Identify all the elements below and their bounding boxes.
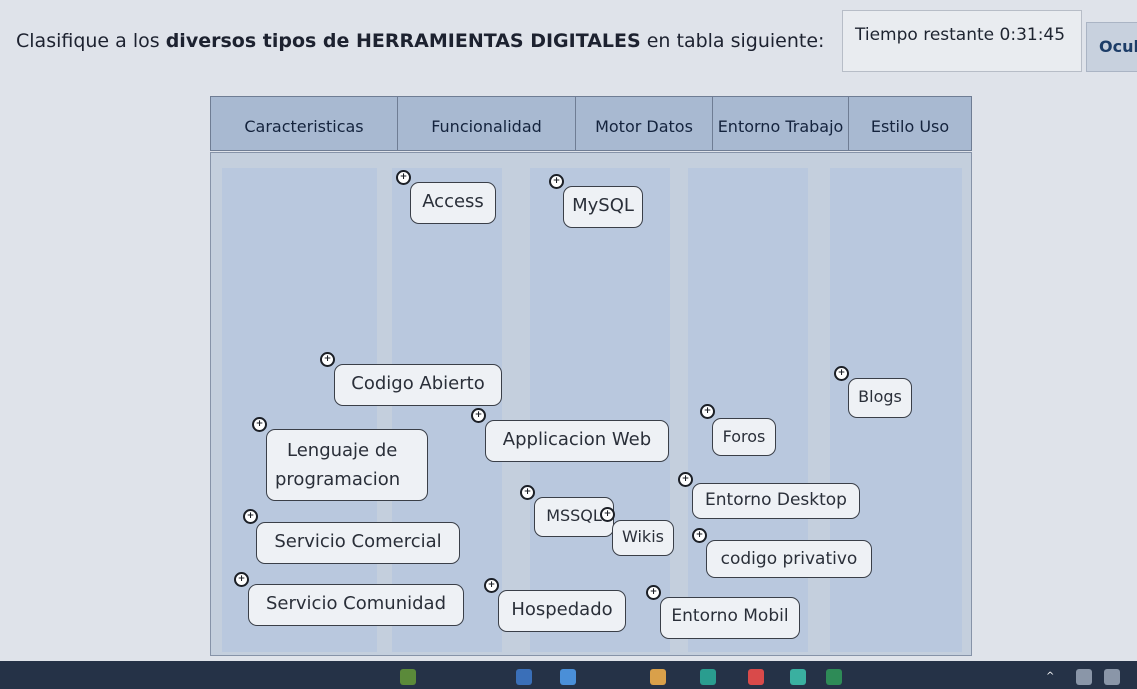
tag-foros[interactable]: Foros [712,418,776,456]
tag-access[interactable]: Access [410,182,496,224]
taskbar-app-icon[interactable] [516,669,532,685]
taskbar-folder-icon[interactable] [650,669,666,685]
classification-header: Caracteristicas Funcionalidad Motor Dato… [210,96,972,151]
move-handle-icon[interactable]: + [320,352,335,367]
timer-value: 0:31:45 [999,25,1066,45]
timer-box: Tiempo restante 0:31:45 [842,10,1082,72]
tag-lenguaje-line1: Lenguaje de [287,440,398,461]
move-handle-icon[interactable]: + [549,174,564,189]
move-handle-icon[interactable]: + [396,170,411,185]
instruction-bold: diversos tipos de HERRAMIENTAS DIGITALES [165,30,641,52]
tag-codigo-privativo[interactable]: codigo privativo [706,540,872,578]
column-header-caracteristicas: Caracteristicas [211,97,398,150]
tag-mysql[interactable]: MySQL [563,186,643,228]
move-handle-icon[interactable]: + [243,509,258,524]
tag-wikis[interactable]: Wikis [612,520,674,556]
move-handle-icon[interactable]: + [600,507,615,522]
chevron-up-icon[interactable]: ^ [1046,672,1056,682]
column-header-entorno-trabajo: Entorno Trabajo [713,97,849,150]
hide-button[interactable]: Ocul [1086,22,1137,72]
taskbar-excel-icon[interactable] [826,669,842,685]
drop-column-motor-datos[interactable] [530,168,670,652]
column-header-funcionalidad: Funcionalidad [398,97,576,150]
move-handle-icon[interactable]: + [484,578,499,593]
tag-hospedado[interactable]: Hospedado [498,590,626,632]
taskbar-browser-icon[interactable] [748,669,764,685]
taskbar-app-icon[interactable] [700,669,716,685]
tag-lenguaje-programacion[interactable]: Lenguaje de programacion [266,429,428,501]
tag-entorno-desktop[interactable]: Entorno Desktop [692,483,860,519]
move-handle-icon[interactable]: + [471,408,486,423]
move-handle-icon[interactable]: + [646,585,661,600]
move-handle-icon[interactable]: + [678,472,693,487]
instruction-before: Clasifique a los [16,30,166,52]
tag-servicio-comunidad[interactable]: Servicio Comunidad [248,584,464,626]
instruction-after: en tabla siguiente: [640,30,825,52]
tag-servicio-comercial[interactable]: Servicio Comercial [256,522,460,564]
network-icon[interactable] [1076,669,1092,685]
move-handle-icon[interactable]: + [252,417,267,432]
column-header-motor-datos: Motor Datos [576,97,713,150]
taskbar-app-icon[interactable] [400,669,416,685]
tag-entorno-mobil[interactable]: Entorno Mobil [660,597,800,639]
tag-applicacion-web[interactable]: Applicacion Web [485,420,669,462]
move-handle-icon[interactable]: + [700,404,715,419]
taskbar-app-icon[interactable] [790,669,806,685]
taskbar-app-icon[interactable] [560,669,576,685]
tag-lenguaje-line2: programacion [275,469,401,490]
tag-codigo-abierto[interactable]: Codigo Abierto [334,364,502,406]
tag-blogs[interactable]: Blogs [848,378,912,418]
instruction-text: Clasifique a los diversos tipos de HERRA… [16,30,824,52]
volume-icon[interactable] [1104,669,1120,685]
move-handle-icon[interactable]: + [692,528,707,543]
move-handle-icon[interactable]: + [234,572,249,587]
move-handle-icon[interactable]: + [520,485,535,500]
timer-label: Tiempo restante [855,25,995,45]
move-handle-icon[interactable]: + [834,366,849,381]
column-header-estilo-uso: Estilo Uso [870,117,950,136]
